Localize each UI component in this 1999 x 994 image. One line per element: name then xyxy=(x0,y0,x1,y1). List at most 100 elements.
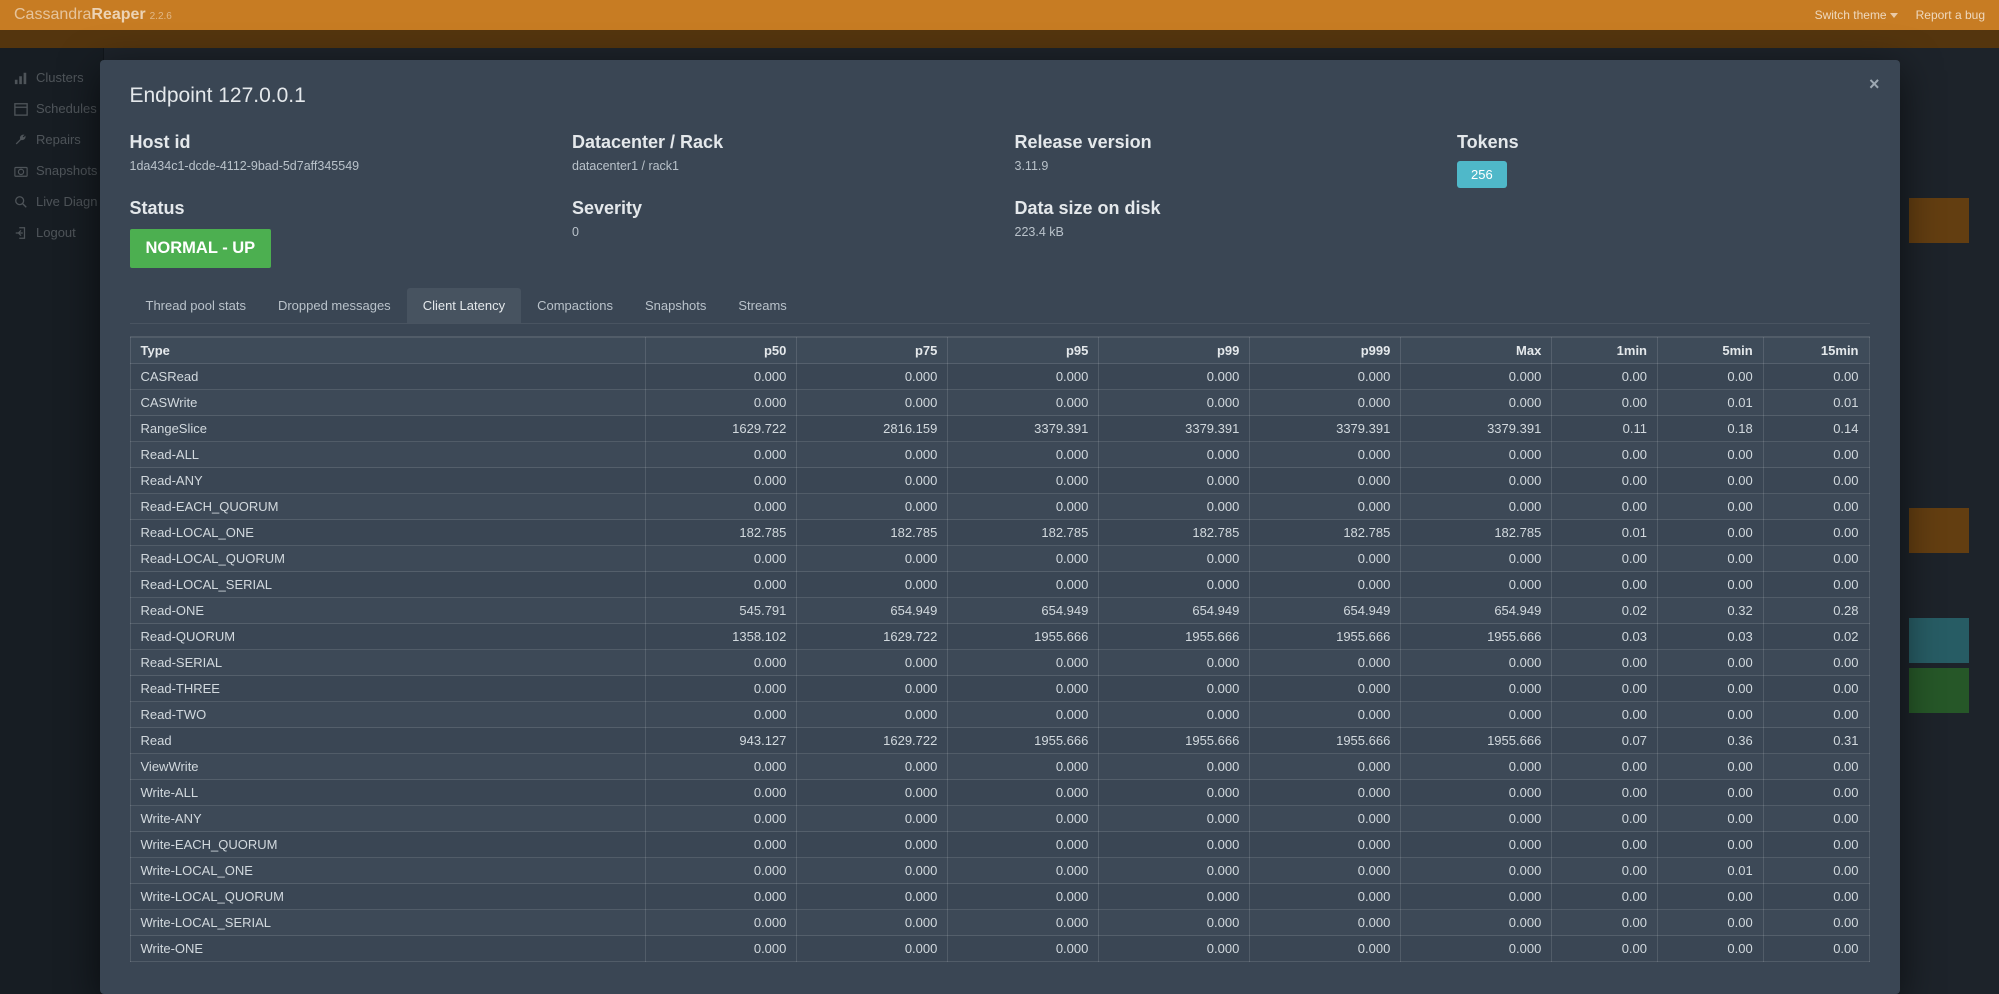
metric-value: 0.000 xyxy=(948,780,1099,806)
col-header: p95 xyxy=(948,338,1099,364)
latency-table: Typep50p75p95p99p999Max1min5min15min CAS… xyxy=(130,337,1870,962)
metric-value: 0.07 xyxy=(1552,728,1658,754)
metric-value: 0.000 xyxy=(948,468,1099,494)
metric-value: 182.785 xyxy=(1401,520,1552,546)
switch-theme-link[interactable]: Switch theme xyxy=(1815,8,1898,22)
metric-type: Write-LOCAL_SERIAL xyxy=(130,910,646,936)
severity-label: Severity xyxy=(572,198,985,219)
metric-value: 0.000 xyxy=(1401,806,1552,832)
metric-value: 0.000 xyxy=(1401,650,1552,676)
dcrack-label: Datacenter / Rack xyxy=(572,132,985,153)
nav-right: Switch theme Report a bug xyxy=(1815,8,1985,22)
metric-value: 0.000 xyxy=(1401,780,1552,806)
metric-value: 0.00 xyxy=(1658,442,1764,468)
tab-dropped-messages[interactable]: Dropped messages xyxy=(262,288,407,323)
metric-type: Read-EACH_QUORUM xyxy=(130,494,646,520)
metric-value: 0.00 xyxy=(1658,936,1764,962)
metric-value: 0.000 xyxy=(1250,364,1401,390)
metric-value: 0.000 xyxy=(1099,806,1250,832)
metric-value: 0.000 xyxy=(646,364,797,390)
metric-value: 0.000 xyxy=(1099,884,1250,910)
metric-value: 0.000 xyxy=(948,884,1099,910)
table-row: Read-LOCAL_SERIAL0.0000.0000.0000.0000.0… xyxy=(130,572,1869,598)
col-header: p999 xyxy=(1250,338,1401,364)
metric-value: 0.00 xyxy=(1552,546,1658,572)
metric-value: 0.00 xyxy=(1552,442,1658,468)
metric-value: 0.000 xyxy=(948,806,1099,832)
metric-value: 0.00 xyxy=(1552,494,1658,520)
metric-value: 0.000 xyxy=(948,390,1099,416)
table-row: ViewWrite0.0000.0000.0000.0000.0000.0000… xyxy=(130,754,1869,780)
metric-value: 0.00 xyxy=(1658,806,1764,832)
metric-value: 0.00 xyxy=(1763,468,1869,494)
metric-value: 0.00 xyxy=(1763,806,1869,832)
metric-value: 0.000 xyxy=(948,676,1099,702)
metric-value: 0.28 xyxy=(1763,598,1869,624)
metric-value: 0.000 xyxy=(1401,572,1552,598)
table-row: Read-ANY0.0000.0000.0000.0000.0000.0000.… xyxy=(130,468,1869,494)
tab-streams[interactable]: Streams xyxy=(722,288,802,323)
metric-value: 0.14 xyxy=(1763,416,1869,442)
metric-value: 0.000 xyxy=(797,936,948,962)
metric-value: 0.000 xyxy=(1099,546,1250,572)
metric-value: 182.785 xyxy=(797,520,948,546)
metric-value: 0.000 xyxy=(1099,858,1250,884)
metric-value: 0.00 xyxy=(1658,702,1764,728)
metric-value: 0.00 xyxy=(1763,676,1869,702)
brand[interactable]: CassandraReaper 2.2.6 xyxy=(14,6,172,24)
metric-value: 0.000 xyxy=(797,572,948,598)
metric-value: 545.791 xyxy=(646,598,797,624)
metric-value: 0.00 xyxy=(1763,780,1869,806)
metric-value: 0.000 xyxy=(948,858,1099,884)
metric-value: 0.00 xyxy=(1552,806,1658,832)
metric-value: 182.785 xyxy=(646,520,797,546)
metric-value: 0.000 xyxy=(646,390,797,416)
metric-value: 0.000 xyxy=(797,780,948,806)
metric-value: 0.000 xyxy=(1250,650,1401,676)
tokens-label: Tokens xyxy=(1457,132,1870,153)
metric-value: 1955.666 xyxy=(948,728,1099,754)
metric-value: 0.000 xyxy=(948,754,1099,780)
modal-backdrop[interactable]: × Endpoint 127.0.0.1 Host id 1da434c1-dc… xyxy=(0,30,1999,994)
metric-value: 0.00 xyxy=(1658,754,1764,780)
tokens-block: Tokens 256 xyxy=(1457,132,1870,188)
tab-compactions[interactable]: Compactions xyxy=(521,288,629,323)
metric-type: Write-EACH_QUORUM xyxy=(130,832,646,858)
metric-value: 1629.722 xyxy=(646,416,797,442)
metric-value: 0.36 xyxy=(1658,728,1764,754)
metric-value: 0.00 xyxy=(1763,910,1869,936)
metric-value: 0.01 xyxy=(1552,520,1658,546)
metric-value: 0.000 xyxy=(1250,468,1401,494)
metric-value: 0.32 xyxy=(1658,598,1764,624)
table-row: Read-SERIAL0.0000.0000.0000.0000.0000.00… xyxy=(130,650,1869,676)
metric-value: 0.000 xyxy=(1099,494,1250,520)
close-icon[interactable]: × xyxy=(1869,74,1880,95)
table-row: Write-LOCAL_QUORUM0.0000.0000.0000.0000.… xyxy=(130,884,1869,910)
metric-value: 0.00 xyxy=(1552,858,1658,884)
metric-value: 0.00 xyxy=(1552,936,1658,962)
tab-snapshots[interactable]: Snapshots xyxy=(629,288,722,323)
metric-value: 0.000 xyxy=(646,676,797,702)
tab-client-latency[interactable]: Client Latency xyxy=(407,288,521,323)
metric-value: 0.000 xyxy=(646,546,797,572)
metric-type: Read-ALL xyxy=(130,442,646,468)
status-block: Status NORMAL - UP xyxy=(130,198,543,268)
metric-value: 0.000 xyxy=(1250,806,1401,832)
metric-value: 1955.666 xyxy=(1099,728,1250,754)
metric-value: 0.00 xyxy=(1658,468,1764,494)
metric-value: 0.000 xyxy=(797,468,948,494)
metric-value: 0.000 xyxy=(1250,572,1401,598)
metric-type: Read-THREE xyxy=(130,676,646,702)
metric-value: 0.03 xyxy=(1658,624,1764,650)
metric-value: 0.000 xyxy=(1401,858,1552,884)
metric-value: 0.00 xyxy=(1552,390,1658,416)
metric-value: 1955.666 xyxy=(948,624,1099,650)
tab-thread-pool-stats[interactable]: Thread pool stats xyxy=(130,288,262,323)
col-header: p99 xyxy=(1099,338,1250,364)
tokens-badge[interactable]: 256 xyxy=(1457,161,1507,188)
metric-value: 0.000 xyxy=(797,546,948,572)
datasize-value: 223.4 kB xyxy=(1015,225,1428,239)
metric-type: Read-SERIAL xyxy=(130,650,646,676)
release-label: Release version xyxy=(1015,132,1428,153)
report-bug-link[interactable]: Report a bug xyxy=(1916,8,1985,22)
